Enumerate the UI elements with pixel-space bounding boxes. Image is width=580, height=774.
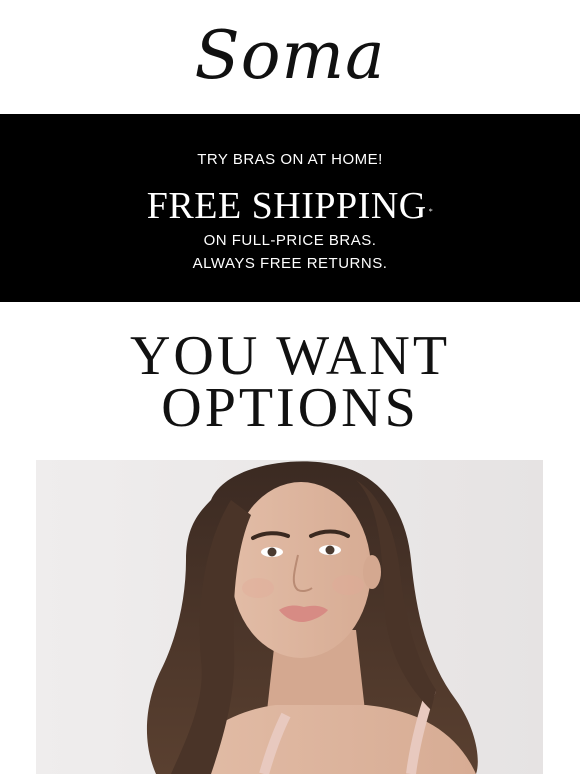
banner-headline-mark: * — [428, 207, 434, 216]
free-shipping-banner[interactable]: TRY BRAS ON AT HOME! FREE SHIPPING * ON F… — [0, 114, 580, 302]
banner-headline-text: FREE SHIPPING — [146, 185, 427, 227]
banner-eyebrow: TRY BRAS ON AT HOME! — [197, 151, 383, 168]
email-header: Soma — [0, 0, 580, 114]
banner-headline: FREE SHIPPING * — [0, 184, 580, 228]
hero-image[interactable] — [36, 460, 543, 774]
soma-logo[interactable]: Soma — [0, 8, 580, 104]
banner-line-2: ALWAYS FREE RETURNS. — [192, 255, 388, 272]
section-title: YOU WANT OPTIONS — [0, 325, 580, 439]
section-title-line-1: YOU WANT — [129, 325, 451, 387]
model-portrait-illustration — [36, 460, 543, 774]
section-title-line-2: OPTIONS — [161, 377, 419, 439]
banner-line-1: ON FULL-PRICE BRAS. — [203, 232, 377, 249]
